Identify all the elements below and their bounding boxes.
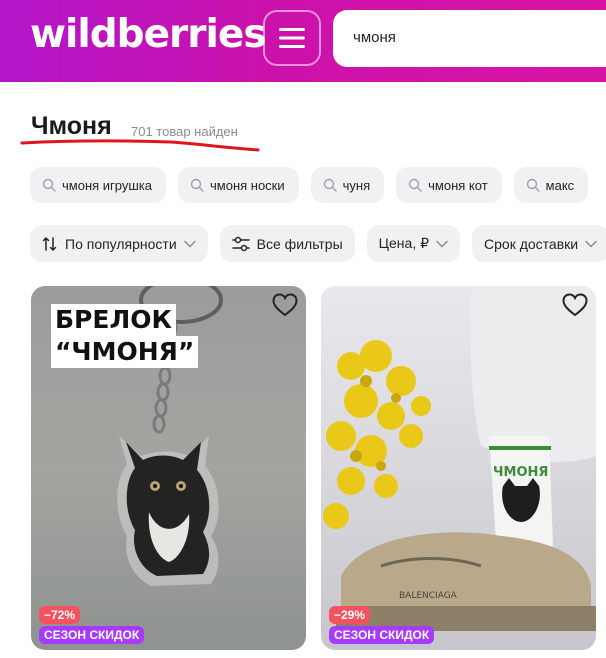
menu-button[interactable] [263, 10, 321, 66]
search-input[interactable] [353, 29, 603, 46]
season-badge: СЕЗОН СКИДОК [39, 626, 145, 644]
sort-icon [42, 236, 57, 251]
suggestion-chip[interactable]: чмоня носки [178, 167, 299, 203]
caption-line-2: “ЧМОНЯ” [51, 336, 199, 368]
price-dropdown[interactable]: Цена, ₽ [366, 225, 461, 262]
suggestion-label: макс [545, 177, 575, 193]
search-icon [526, 178, 540, 192]
socks-photo-image: ЧМОНЯ BALENCIAGA [323, 286, 596, 631]
suggestion-label: чуня [342, 177, 371, 193]
product-card[interactable]: ЧМОНЯ BALENCIAGA −29% СЕЗОН СКИДОК [321, 286, 596, 650]
suggestion-chip[interactable]: чмоня кот [396, 167, 502, 203]
suggestion-label: чмоня носки [210, 177, 285, 193]
search-icon [408, 178, 422, 192]
filter-bar: По популярности Все фильтры Цена, ₽ Срок… [30, 225, 606, 262]
suggestion-chip[interactable]: макс [513, 167, 589, 203]
suggestion-label: чмоня игрушка [62, 177, 152, 193]
search-icon [190, 178, 204, 192]
discount-badge: −29% [329, 606, 371, 624]
red-underline-mark [20, 139, 260, 152]
heart-icon[interactable] [562, 293, 588, 317]
sort-dropdown[interactable]: По популярности [30, 225, 208, 262]
suggestion-chip[interactable]: чуня [310, 167, 385, 203]
suggestion-chip[interactable]: чмоня игрушка [30, 167, 166, 203]
chevron-down-icon [585, 240, 597, 248]
all-filters-button[interactable]: Все фильтры [219, 225, 355, 262]
sock-print-text: ЧМОНЯ [493, 465, 548, 480]
discount-badge: −72% [39, 606, 81, 624]
wildberries-logo[interactable]: wildberries [30, 12, 267, 57]
delivery-dropdown[interactable]: Срок доставки [472, 225, 606, 262]
all-filters-label: Все фильтры [256, 235, 343, 252]
header-bar: wildberries [0, 0, 606, 82]
chevron-down-icon [183, 240, 196, 248]
delivery-label: Срок доставки [484, 235, 579, 252]
suggestion-label: чмоня кот [428, 177, 488, 193]
sliders-icon [231, 236, 250, 251]
caption-line-1: БРЕЛОК [51, 304, 176, 336]
sort-label: По популярности [65, 235, 177, 252]
season-badge: СЕЗОН СКИДОК [329, 626, 435, 644]
search-field[interactable] [333, 10, 606, 67]
chevron-down-icon [436, 240, 448, 248]
search-icon [42, 178, 56, 192]
price-label: Цена, ₽ [378, 235, 430, 251]
shoe-print-text: BALENCIAGA [399, 591, 458, 601]
search-icon [323, 178, 337, 192]
product-image-caption: БРЕЛОК “ЧМОНЯ” [51, 304, 199, 368]
product-card[interactable]: БРЕЛОК “ЧМОНЯ” −72% СЕЗОН СКИДОК [31, 286, 306, 650]
hamburger-icon [279, 28, 305, 48]
suggestion-chips: чмоня игрушка чмоня носки чуня чмоня кот… [30, 167, 589, 203]
heart-icon[interactable] [272, 293, 298, 317]
